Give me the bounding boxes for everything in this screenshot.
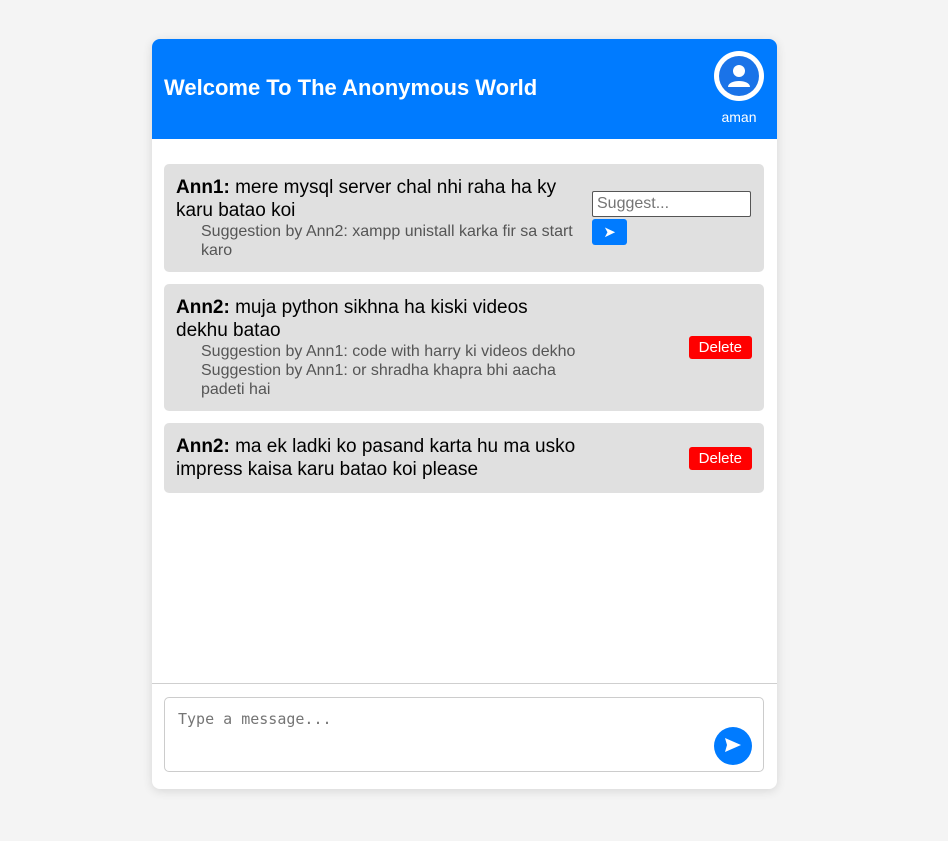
message-content: Ann2: ma ek ladki ko pasand karta hu ma … [176,435,578,481]
suggestion-list: Suggestion by Ann2: xampp unistall karka… [176,222,578,260]
message-item: Ann2: muja python sikhna ha kiski videos… [164,284,764,411]
chat-card: Welcome To The Anonymous World aman Ann1… [152,39,777,789]
message-input[interactable] [165,698,705,771]
chat-header: Welcome To The Anonymous World aman [152,39,777,139]
username: aman [721,109,757,125]
suggest-input[interactable] [592,191,751,217]
send-icon [723,735,743,758]
delete-button[interactable]: Delete [688,446,752,470]
message-content: Ann1: mere mysql server chal nhi raha ha… [176,176,578,260]
message-author: Ann1: [176,177,230,198]
message-composer [164,697,764,772]
message-text: ma ek ladki ko pasand karta hu ma usko i… [176,436,576,480]
suggest-send-button[interactable]: ➤ [592,219,627,245]
message-item: Ann2: ma ek ladki ko pasand karta hu ma … [164,423,764,493]
user-profile[interactable]: aman [714,51,764,125]
message-author: Ann2: [176,436,230,457]
suggestion-item: Suggestion by Ann1: code with harry ki v… [201,343,576,360]
delete-button[interactable]: Delete [688,336,752,359]
send-arrow-icon: ➤ [603,224,616,241]
suggest-form: ➤ [592,191,752,245]
page-title: Welcome To The Anonymous World [164,75,538,100]
send-button[interactable] [714,727,752,765]
suggestion-list: Suggestion by Ann1: code with harry ki v… [176,342,578,399]
message-author: Ann2: [176,297,230,318]
message-list: Ann1: mere mysql server chal nhi raha ha… [164,164,764,505]
message-body: Ann1: mere mysql server chal nhi raha ha… [176,176,578,222]
suggestion-item: Suggestion by Ann1: or shradha khapra bh… [201,362,556,398]
message-text: mere mysql server chal nhi raha ha ky ka… [176,177,557,221]
composer-divider [152,683,777,684]
suggestion-item: Suggestion by Ann2: xampp unistall karka… [201,223,573,259]
message-item: Ann1: mere mysql server chal nhi raha ha… [164,164,764,272]
avatar[interactable] [714,51,764,101]
message-body: Ann2: muja python sikhna ha kiski videos… [176,296,578,342]
message-content: Ann2: muja python sikhna ha kiski videos… [176,296,578,399]
message-body: Ann2: ma ek ladki ko pasand karta hu ma … [176,435,578,481]
user-icon [719,56,759,96]
